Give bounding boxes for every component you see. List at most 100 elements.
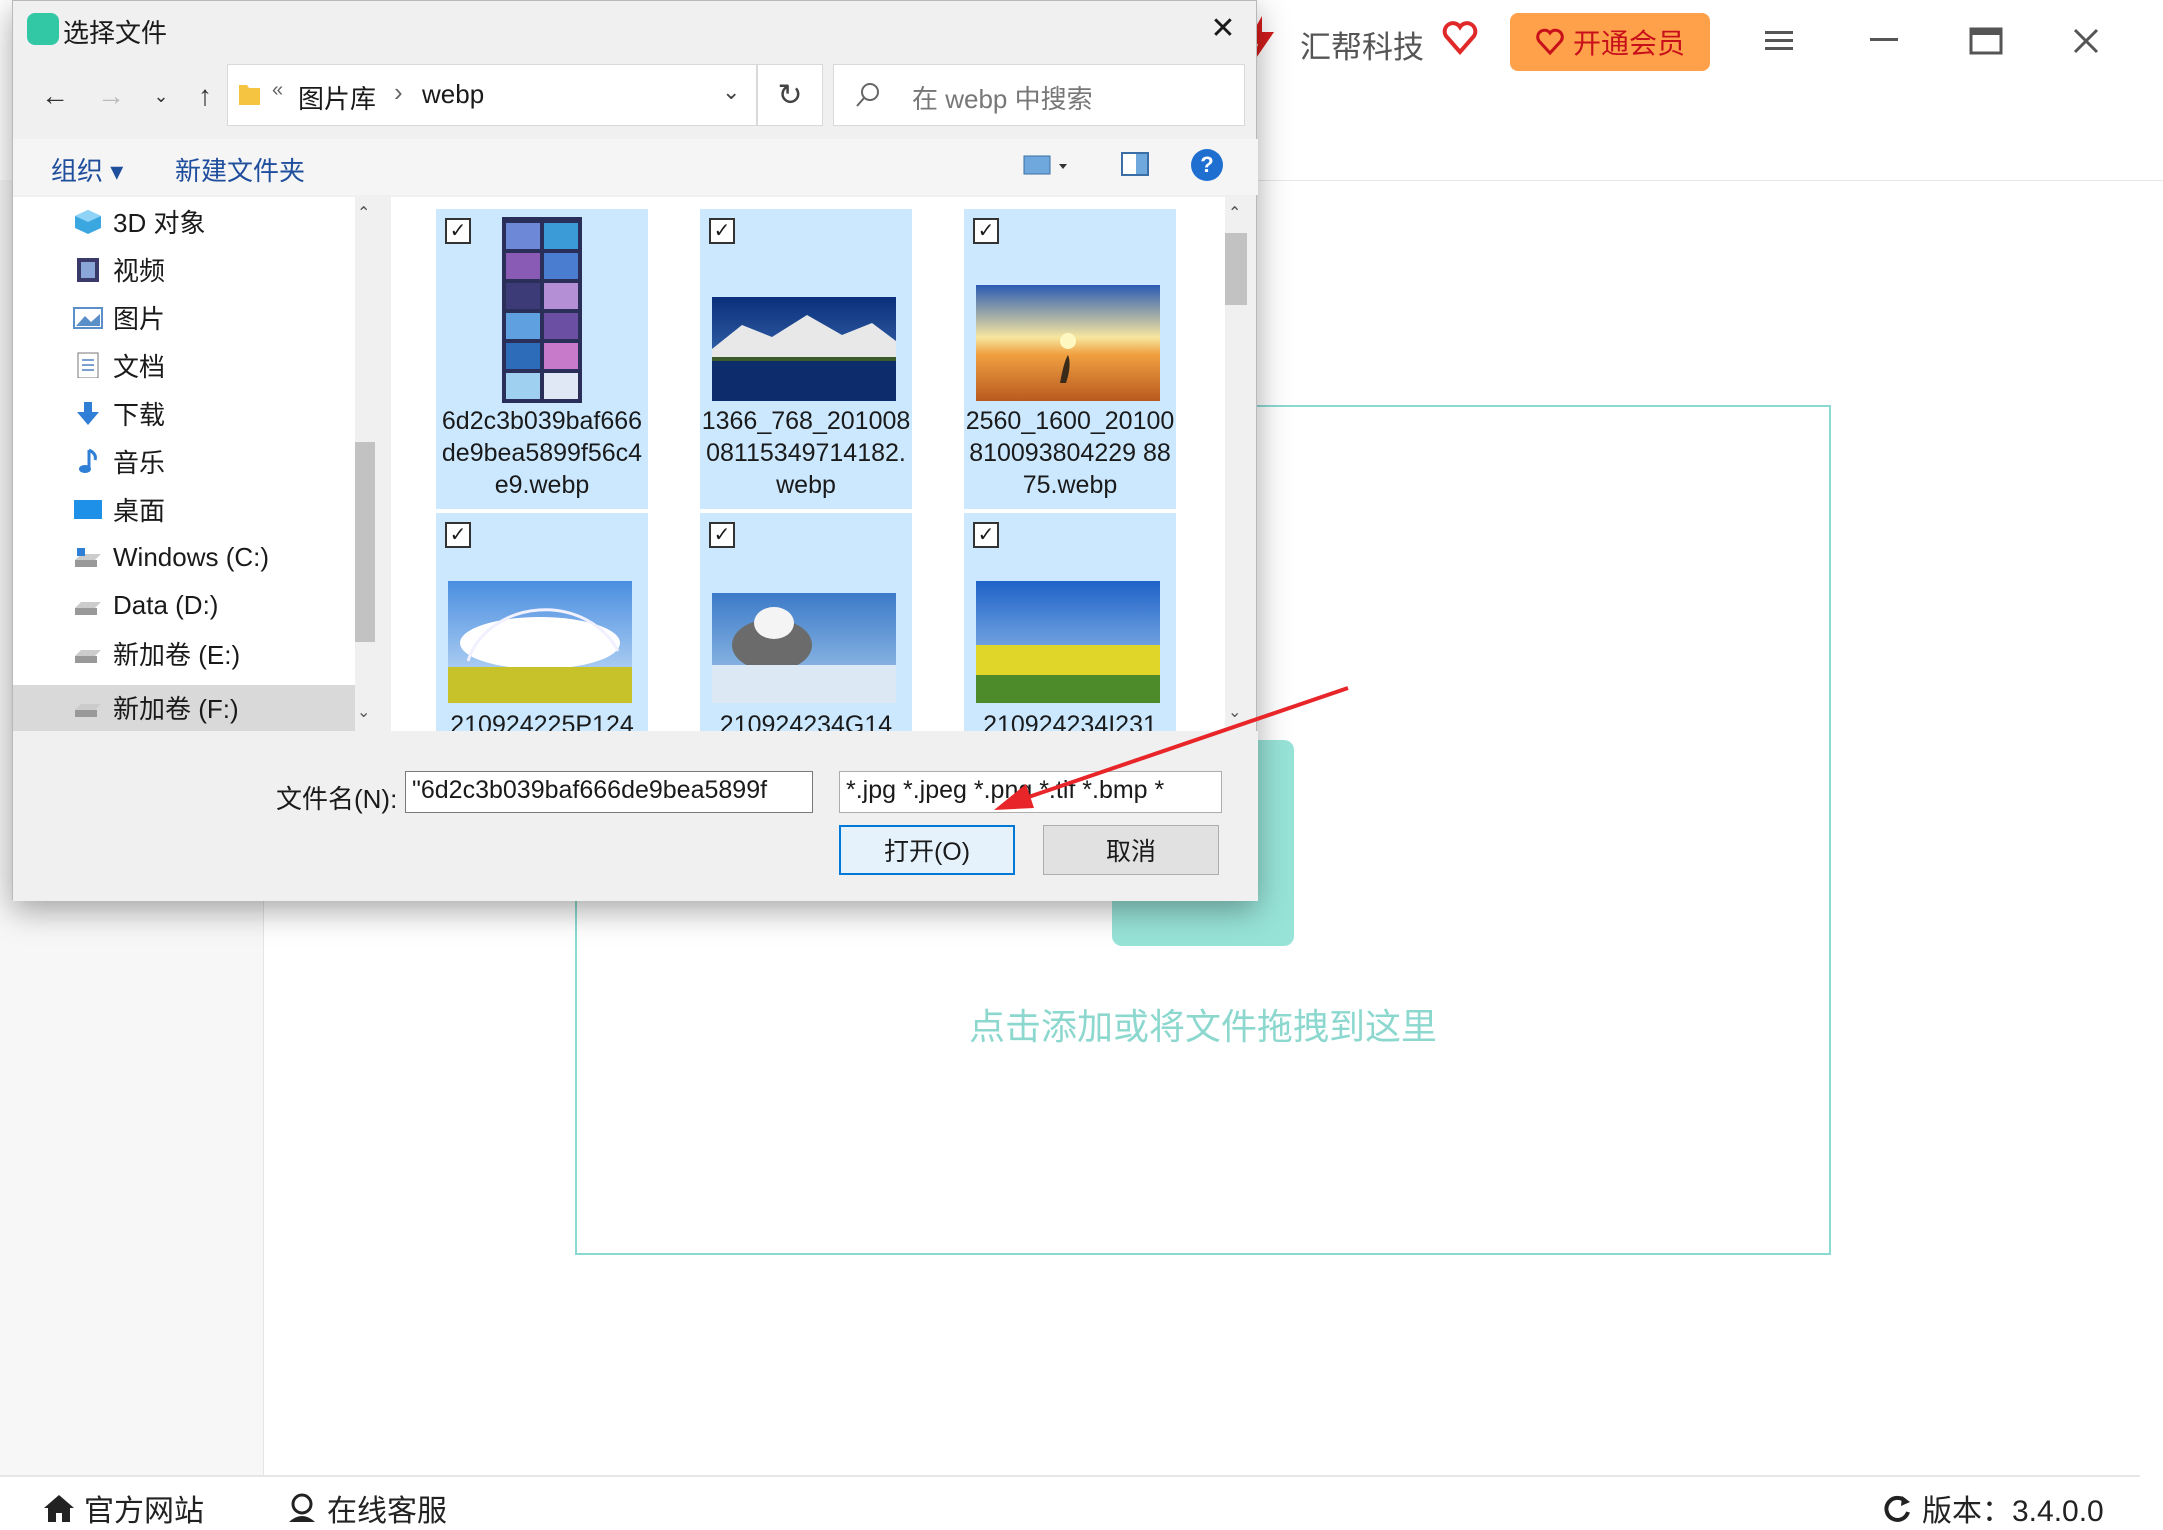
desktop-icon xyxy=(74,500,102,519)
maximize-button[interactable] xyxy=(1956,18,2016,64)
music-icon xyxy=(79,448,97,473)
hamburger-icon xyxy=(1765,31,1793,50)
folder-icon xyxy=(239,85,260,105)
file-checkbox[interactable]: ✓ xyxy=(973,218,999,244)
nav-item-drive-f[interactable]: 新加卷 (F:) xyxy=(73,683,239,731)
file-tile[interactable]: ✓ 1366_768_20100808115349714182.webp xyxy=(700,209,912,509)
new-folder-button[interactable]: 新建文件夹 xyxy=(175,151,305,188)
nav-item-3d-objects[interactable]: 3D 对象 xyxy=(73,197,205,245)
refresh-button[interactable]: ↻ xyxy=(757,64,823,126)
file-checkbox[interactable]: ✓ xyxy=(445,522,471,548)
close-app-button[interactable] xyxy=(2056,18,2116,64)
official-website-link[interactable]: 官方网站 xyxy=(42,1486,204,1530)
online-service-link[interactable]: 在线客服 xyxy=(285,1486,447,1530)
help-button[interactable]: ? xyxy=(1191,149,1223,181)
open-button[interactable]: 打开(O) xyxy=(839,825,1015,875)
thumbnail-snow-trees xyxy=(712,593,896,703)
nav-item-downloads[interactable]: 下载 xyxy=(73,389,165,437)
menu-button[interactable] xyxy=(1750,18,1810,64)
nav-item-label: Windows (C:) xyxy=(113,541,270,572)
pictures-icon xyxy=(73,307,103,329)
nav-item-documents[interactable]: 文档 xyxy=(73,341,165,389)
organize-button[interactable]: 组织 ▾ xyxy=(51,151,123,188)
annotation-arrow-icon xyxy=(994,686,1349,810)
back-arrow-icon: ← xyxy=(41,80,69,111)
cancel-button[interactable]: 取消 xyxy=(1043,825,1219,875)
nav-item-label: 图片 xyxy=(113,303,166,334)
file-scrollbar[interactable]: ⌃ ⌄ xyxy=(1225,197,1247,731)
dialog-title: 选择文件 xyxy=(63,18,168,48)
drive-icon xyxy=(75,650,101,663)
search-box[interactable]: 在 webp 中搜索 xyxy=(833,64,1245,126)
file-tile[interactable]: ✓ 2560_1600_20100810093804229 8875.webp xyxy=(964,209,1176,509)
nav-item-video[interactable]: 视频 xyxy=(73,245,165,293)
version-info: 版本：3.4.0.0 xyxy=(1880,1486,2104,1530)
file-checkbox[interactable]: ✓ xyxy=(973,522,999,548)
forward-button[interactable]: → xyxy=(91,71,131,121)
up-button[interactable]: ↑ xyxy=(185,71,225,121)
home-icon xyxy=(44,1495,74,1522)
nav-item-desktop[interactable]: 桌面 xyxy=(73,485,165,533)
nav-item-music[interactable]: 音乐 xyxy=(73,437,165,485)
video-icon xyxy=(77,258,99,282)
filename-input[interactable]: "6d2c3b039baf666de9bea5899f xyxy=(405,771,813,813)
nav-item-pictures[interactable]: 图片 xyxy=(73,293,165,341)
drive-icon xyxy=(75,602,101,615)
vip-button[interactable]: 开通会员 xyxy=(1510,13,1710,71)
vip-heart-icon xyxy=(1536,28,1564,56)
back-button[interactable]: ← xyxy=(35,71,75,121)
file-tile[interactable]: ✓ 210924234G14 xyxy=(700,513,912,731)
nav-item-label: 音乐 xyxy=(113,447,166,478)
file-name: 210924225P124 xyxy=(450,711,634,731)
file-tile[interactable]: ✓ 210924225P124 xyxy=(436,513,648,731)
address-bar[interactable]: « 图片库 › webp ⌄ xyxy=(227,64,757,126)
scroll-up-icon[interactable]: ⌃ xyxy=(1228,203,1241,223)
breadcrumb-separator: › xyxy=(394,77,403,107)
forward-arrow-icon: → xyxy=(97,80,125,111)
scroll-down-icon[interactable]: ⌄ xyxy=(357,702,370,722)
maximize-icon xyxy=(1969,27,2003,55)
minimize-button[interactable] xyxy=(1855,18,1915,64)
nav-scrollbar[interactable]: ⌃ ⌄ xyxy=(355,197,375,731)
nav-item-drive-c[interactable]: Windows (C:) xyxy=(73,533,269,581)
thumbnail-collage xyxy=(502,217,582,403)
drive-icon xyxy=(75,704,101,717)
recent-locations-button[interactable]: ⌄ xyxy=(141,71,181,121)
dialog-close-button[interactable]: ✕ xyxy=(1203,9,1243,49)
file-checkbox[interactable]: ✓ xyxy=(709,522,735,548)
search-icon xyxy=(856,83,879,107)
nav-item-drive-d[interactable]: Data (D:) xyxy=(73,581,218,629)
chevron-down-icon: ⌄ xyxy=(153,85,169,106)
headset-icon xyxy=(289,1493,315,1522)
nav-item-label: Data (D:) xyxy=(113,589,219,620)
close-icon: ✕ xyxy=(1210,12,1236,45)
file-checkbox[interactable]: ✓ xyxy=(709,218,735,244)
scroll-up-icon[interactable]: ⌃ xyxy=(357,203,370,223)
search-placeholder: 在 webp 中搜索 xyxy=(912,84,1093,114)
scrollbar-thumb[interactable] xyxy=(355,442,375,642)
nav-item-label: 新加卷 (E:) xyxy=(113,639,241,670)
minimize-icon xyxy=(1870,38,1898,41)
refresh-icon: ↻ xyxy=(777,78,803,112)
scrollbar-thumb[interactable] xyxy=(1225,233,1247,305)
nav-item-label: 文档 xyxy=(113,351,166,382)
3d-objects-icon xyxy=(75,210,101,234)
refresh-icon xyxy=(1884,1495,1910,1522)
vip-label: 开通会员 xyxy=(1572,28,1685,59)
file-name: 2560_1600_20100810093804229 8875.webp xyxy=(965,407,1175,499)
version-label: 版本：3.4.0.0 xyxy=(1922,1495,2104,1528)
file-name: 210924234G14 xyxy=(719,711,893,731)
file-tile[interactable]: ✓ 6d2c3b039baf666de9bea5899f56c4e9.webp xyxy=(436,209,648,509)
preview-pane-icon[interactable] xyxy=(1121,151,1151,179)
nav-item-label: 视频 xyxy=(113,255,166,286)
file-checkbox[interactable]: ✓ xyxy=(445,218,471,244)
address-dropdown-icon[interactable]: ⌄ xyxy=(722,79,740,105)
breadcrumb-item[interactable]: webp xyxy=(422,79,484,110)
nav-item-drive-e[interactable]: 新加卷 (E:) xyxy=(73,629,240,677)
drop-hint: 点击添加或将文件拖拽到这里 xyxy=(968,1006,1437,1047)
view-options-icon[interactable] xyxy=(1023,153,1071,179)
nav-item-label: 3D 对象 xyxy=(113,207,206,238)
official-website-label: 官方网站 xyxy=(84,1495,204,1528)
breadcrumb-overflow[interactable]: « xyxy=(272,79,283,102)
breadcrumb-item[interactable]: 图片库 xyxy=(298,79,376,116)
